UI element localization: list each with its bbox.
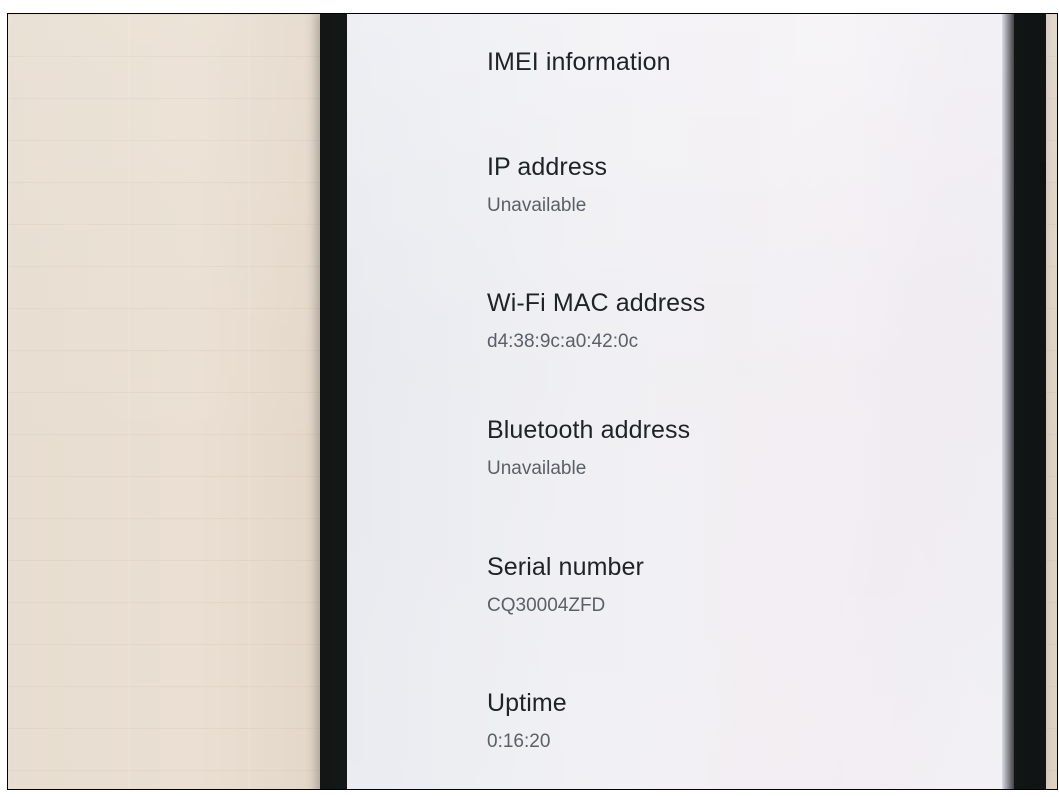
ip-address-value: Unavailable [487,195,587,216]
ip-address-title: IP address [487,153,608,181]
wifi-mac-address-title: Wi-Fi MAC address [487,289,706,317]
serial-number-value: CQ30004ZFD [487,595,606,616]
serial-number-title: Serial number [487,553,644,581]
serial-number-item: Serial number CQ30004ZFD [487,552,947,688]
uptime-title: Uptime [487,689,567,717]
uptime-value: 0:16:20 [487,731,551,752]
screen-edge [1002,14,1014,789]
uptime-item: Uptime 0:16:20 [487,688,947,773]
photo-frame: IMEI information IP address Unavailable … [7,13,1058,790]
imei-information-item[interactable]: IMEI information [487,47,947,152]
bluetooth-address-value: Unavailable [487,458,587,479]
ip-address-item: IP address Unavailable [487,152,947,288]
wifi-mac-address-value: d4:38:9c:a0:42:0c [487,331,639,352]
imei-information-title: IMEI information [487,48,671,76]
bluetooth-address-item: Bluetooth address Unavailable [487,415,947,552]
bluetooth-address-title: Bluetooth address [487,416,691,444]
device-info-list: IMEI information IP address Unavailable … [487,47,947,773]
phone-side-button [1040,162,1046,184]
phone-screen: IMEI information IP address Unavailable … [347,14,1014,789]
wifi-mac-address-item: Wi-Fi MAC address d4:38:9c:a0:42:0c [487,288,947,415]
phone-device: IMEI information IP address Unavailable … [320,14,1046,789]
